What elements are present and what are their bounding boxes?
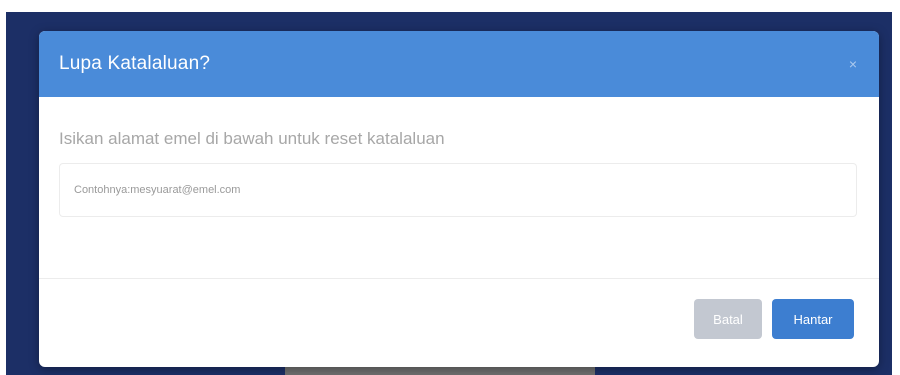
email-input[interactable] <box>59 163 857 217</box>
close-icon[interactable]: × <box>849 57 857 71</box>
modal-footer: Batal Hantar <box>39 279 879 339</box>
backdrop-top-edge <box>0 0 900 12</box>
forgot-password-modal: Lupa Katalaluan? × Isikan alamat emel di… <box>39 31 879 367</box>
modal-title: Lupa Katalaluan? <box>59 53 211 74</box>
modal-header: Lupa Katalaluan? × <box>39 31 879 97</box>
modal-body: Isikan alamat emel di bawah untuk reset … <box>39 97 879 279</box>
backdrop-right-edge <box>892 0 900 375</box>
backdrop-left-edge <box>0 0 6 375</box>
backdrop-bottom-strip <box>285 367 595 375</box>
cancel-button[interactable]: Batal <box>694 299 762 339</box>
instruction-text: Isikan alamat emel di bawah untuk reset … <box>59 129 445 148</box>
submit-button[interactable]: Hantar <box>772 299 854 339</box>
